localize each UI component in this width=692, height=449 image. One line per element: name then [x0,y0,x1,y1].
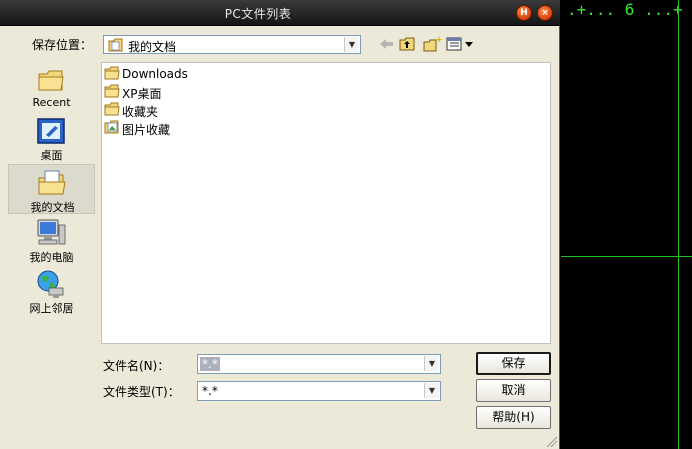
places-bar: Recent 桌面 我的文档 我的电脑 网上邻居 [8,62,95,322]
filetype-value: *.* [202,384,218,398]
title-bar[interactable]: PC文件列表 H × [0,0,560,26]
place-label: 桌面 [40,149,63,162]
resize-grip[interactable] [545,435,557,447]
window-title: PC文件列表 [224,7,292,21]
grid-line-horizontal [561,256,692,257]
list-item[interactable]: XP桌面 [104,83,264,101]
up-folder-icon[interactable] [399,36,417,52]
place-label: Recent [32,96,71,109]
folder-icon [104,66,120,80]
computer-icon [37,219,66,245]
help-button[interactable]: 帮助(H) [476,406,551,429]
lookin-value: 我的文档 [128,40,177,54]
filename-value: *.* [200,357,220,371]
cancel-button[interactable]: 取消 [476,379,551,402]
filetype-dropdown[interactable]: *.* ▼ [197,381,441,401]
list-item[interactable]: Downloads [104,65,264,83]
file-name: Downloads [122,67,188,81]
network-globe-icon [37,270,64,298]
filename-label: 文件名(N)： [103,359,170,373]
chevron-down-icon[interactable]: ▼ [424,383,439,398]
lookin-dropdown[interactable]: 我的文档 ▼ [103,35,361,54]
place-my-computer[interactable]: 我的电脑 [8,215,95,265]
lookin-label: 保存位置： [32,38,93,52]
recent-folder-icon [38,70,64,91]
chevron-down-icon[interactable]: ▼ [344,37,359,52]
place-label: 我的电脑 [29,251,74,264]
file-name: 图片收藏 [122,123,171,137]
documents-folder-icon [38,170,66,195]
place-my-documents[interactable]: 我的文档 [8,164,95,214]
place-network[interactable]: 网上邻居 [8,266,95,316]
filetype-label: 文件类型(T)： [103,385,180,399]
views-menu-icon[interactable] [446,36,474,52]
list-item[interactable]: 图片收藏 [104,119,264,137]
documents-folder-icon [108,38,123,52]
file-name: 收藏夹 [122,105,159,119]
title-help-button[interactable]: H [516,5,532,21]
grid-line-vertical [678,0,679,449]
file-name: XP桌面 [122,87,162,101]
back-arrow-icon[interactable] [378,36,396,52]
list-item[interactable]: 收藏夹 [104,101,264,119]
folder-icon [104,84,120,98]
desktop-icon [37,118,65,144]
place-desktop[interactable]: 桌面 [8,113,95,163]
title-close-button[interactable]: × [537,5,553,21]
place-label: 网上邻居 [29,302,74,315]
save-button[interactable]: 保存 [476,352,551,375]
file-list[interactable]: Downloads XP桌面 收藏夹 图片收藏 [101,62,551,344]
save-dialog: PC文件列表 H × 保存位置： 我的文档 ▼ Recent 桌面 我的文档 我… [0,0,560,449]
terminal-text: .+... 6 ...+ [567,0,683,19]
background-terminal: .+... 6 ...+ [561,0,692,449]
picture-folder-icon [104,120,119,134]
place-recent[interactable]: Recent [8,62,95,112]
place-label: 我的文档 [30,201,75,214]
chevron-down-icon[interactable]: ▼ [424,356,439,371]
folder-icon [104,102,120,116]
filename-input[interactable]: *.* ▼ [197,354,441,374]
new-folder-icon[interactable] [423,36,443,52]
